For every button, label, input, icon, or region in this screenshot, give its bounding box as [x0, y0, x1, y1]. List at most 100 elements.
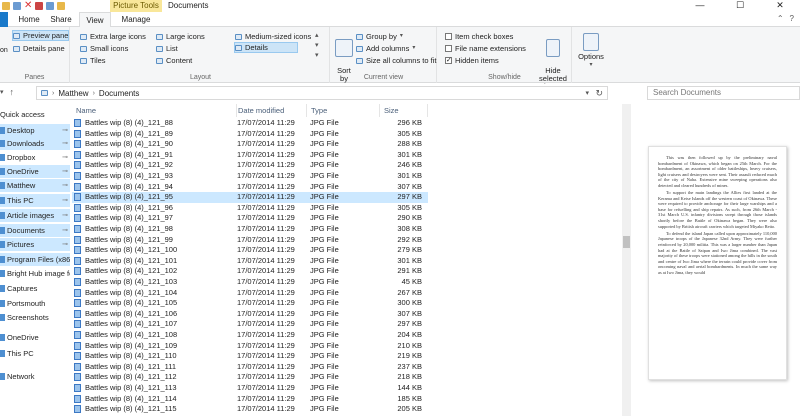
vertical-scrollbar[interactable]	[622, 104, 631, 416]
table-row[interactable]: Battles wip (8) (4)_121_89 17/07/2014 11:…	[72, 129, 428, 140]
breadcrumb-documents[interactable]: Documents	[99, 89, 139, 98]
sidebar-item[interactable]: This PC ⊸	[0, 194, 70, 207]
item-check-boxes-checkbox[interactable]	[445, 33, 452, 40]
table-row[interactable]: Battles wip (8) (4)_121_99 17/07/2014 11:…	[72, 235, 428, 246]
table-row[interactable]: Battles wip (8) (4)_121_104 17/07/2014 11…	[72, 288, 428, 299]
layout-list[interactable]: List	[156, 43, 178, 54]
item-check-boxes-toggle[interactable]: Item check boxes	[445, 31, 513, 42]
table-row[interactable]: Battles wip (8) (4)_121_96 17/07/2014 11:…	[72, 203, 428, 214]
table-row[interactable]: Battles wip (8) (4)_121_88 17/07/2014 11:…	[72, 118, 428, 129]
hidden-items-checkbox[interactable]	[445, 55, 452, 66]
close-button[interactable]: ✕	[760, 0, 800, 12]
breadcrumb-matthew[interactable]: Matthew	[58, 89, 88, 98]
table-row[interactable]: Battles wip (8) (4)_121_98 17/07/2014 11:…	[72, 224, 428, 235]
help-icon[interactable]: ?	[790, 14, 794, 23]
sidebar-item[interactable]: Pictures ⊸	[0, 238, 70, 251]
add-columns-button[interactable]: Add columns ▾	[356, 43, 415, 54]
tab-file[interactable]	[0, 12, 8, 27]
address-bar[interactable]: › Matthew › Documents ▾ ↻	[36, 86, 608, 100]
table-row[interactable]: Battles wip (8) (4)_121_113 17/07/2014 11…	[72, 383, 428, 394]
new-folder-icon[interactable]	[57, 2, 65, 10]
minimize-button[interactable]: —	[680, 0, 720, 12]
table-row[interactable]: Battles wip (8) (4)_121_94 17/07/2014 11:…	[72, 182, 428, 193]
sidebar-item[interactable]: Network	[0, 370, 70, 383]
table-row[interactable]: Battles wip (8) (4)_121_100 17/07/2014 11…	[72, 245, 428, 256]
sidebar-item[interactable]: Desktop ⊸	[0, 124, 70, 137]
rename-icon[interactable]	[46, 2, 54, 10]
layout-medium-icons[interactable]: Medium-sized icons	[235, 31, 311, 42]
tab-share[interactable]: Share	[48, 12, 74, 27]
hide-selected-items-button[interactable]: Hide selected items	[534, 31, 572, 91]
table-row[interactable]: Battles wip (8) (4)_121_105 17/07/2014 11…	[72, 298, 428, 309]
layout-extra-large-icons[interactable]: Extra large icons	[80, 31, 146, 42]
layout-tiles[interactable]: Tiles	[80, 55, 106, 66]
size-all-columns-button[interactable]: Size all columns to fit	[356, 55, 436, 66]
table-row[interactable]: Battles wip (8) (4)_121_103 17/07/2014 11…	[72, 277, 428, 288]
table-row[interactable]: Battles wip (8) (4)_121_91 17/07/2014 11:…	[72, 150, 428, 161]
navigation-pane-fragment[interactable]: on	[0, 45, 8, 56]
maximize-button[interactable]: ☐	[720, 0, 760, 12]
collapse-ribbon-icon[interactable]: ⌃	[777, 14, 784, 23]
hidden-items-toggle[interactable]: Hidden items	[445, 55, 499, 66]
table-row[interactable]: Battles wip (8) (4)_121_92 17/07/2014 11:…	[72, 160, 428, 171]
properties-icon[interactable]	[13, 2, 21, 10]
table-row[interactable]: Battles wip (8) (4)_121_102 17/07/2014 11…	[72, 266, 428, 277]
preview-pane-button[interactable]: Preview pane	[12, 30, 69, 41]
sidebar-item[interactable]: Dropbox ⊸	[0, 151, 70, 164]
delete-icon[interactable]: ✕	[24, 1, 32, 11]
table-row[interactable]: Battles wip (8) (4)_121_115 17/07/2014 11…	[72, 404, 428, 415]
sidebar-item[interactable]: OneDrive ⊸	[0, 165, 70, 178]
breadcrumb-separator-icon[interactable]: ›	[52, 90, 54, 97]
table-row[interactable]: Battles wip (8) (4)_121_110 17/07/2014 11…	[72, 351, 428, 362]
sidebar-item[interactable]: OneDrive	[0, 331, 70, 344]
tab-view[interactable]: View	[79, 12, 111, 28]
table-row[interactable]: Battles wip (8) (4)_121_114 17/07/2014 11…	[72, 394, 428, 405]
layout-scroll-arrows[interactable]: ▴ ▾ ▾	[315, 31, 319, 61]
sidebar-item[interactable]: Screenshots	[0, 311, 70, 324]
tab-manage[interactable]: Manage	[117, 12, 155, 27]
table-row[interactable]: Battles wip (8) (4)_121_112 17/07/2014 11…	[72, 372, 428, 383]
undo-icon[interactable]	[35, 2, 43, 10]
table-row[interactable]: Battles wip (8) (4)_121_107 17/07/2014 11…	[72, 319, 428, 330]
layout-details[interactable]: Details	[234, 42, 298, 53]
column-header-type[interactable]: Type	[307, 104, 380, 117]
details-pane-button[interactable]: Details pane	[13, 43, 65, 54]
refresh-icon[interactable]: ↻	[595, 88, 603, 99]
tab-home[interactable]: Home	[14, 12, 44, 27]
sidebar-item[interactable]: Program Files (x86	[0, 253, 70, 266]
sidebar-item[interactable]: Documents ⊸	[0, 224, 70, 237]
sidebar-item[interactable]: Downloads ⊸	[0, 137, 70, 150]
table-row[interactable]: Battles wip (8) (4)_121_106 17/07/2014 11…	[72, 309, 428, 320]
table-row[interactable]: Battles wip (8) (4)_121_109 17/07/2014 11…	[72, 341, 428, 352]
file-name-extensions-checkbox[interactable]	[445, 45, 452, 52]
folder-icon[interactable]	[2, 2, 10, 10]
sidebar-item[interactable]: Quick access	[0, 108, 70, 121]
column-header-date[interactable]: Date modified	[234, 104, 307, 117]
options-button[interactable]: Options ▾	[575, 33, 607, 69]
table-row[interactable]: Battles wip (8) (4)_121_90 17/07/2014 11:…	[72, 139, 428, 150]
table-row[interactable]: Battles wip (8) (4)_121_101 17/07/2014 11…	[72, 256, 428, 267]
sidebar-item[interactable]: This PC	[0, 347, 70, 360]
layout-large-icons[interactable]: Large icons	[156, 31, 205, 42]
chevron-down-icon[interactable]: ▾	[585, 89, 589, 97]
layout-small-icons[interactable]: Small icons	[80, 43, 128, 54]
table-row[interactable]: Battles wip (8) (4)_121_97 17/07/2014 11:…	[72, 213, 428, 224]
sidebar-item[interactable]: Article images ⊸	[0, 209, 70, 222]
table-row[interactable]: Battles wip (8) (4)_121_111 17/07/2014 11…	[72, 362, 428, 373]
layout-content[interactable]: Content	[156, 55, 192, 66]
scrollbar-thumb[interactable]	[623, 236, 630, 248]
sidebar-item[interactable]: Bright Hub image fo	[0, 267, 70, 280]
search-input[interactable]: Search Documents	[647, 86, 800, 100]
table-row[interactable]: Battles wip (8) (4)_121_95 17/07/2014 11:…	[72, 192, 428, 203]
chevron-down-icon[interactable]: ▾	[0, 88, 4, 97]
breadcrumb-separator-icon[interactable]: ›	[93, 90, 95, 97]
table-row[interactable]: Battles wip (8) (4)_121_108 17/07/2014 11…	[72, 330, 428, 341]
column-header-name[interactable]: Name	[72, 104, 237, 117]
table-row[interactable]: Battles wip (8) (4)_121_93 17/07/2014 11:…	[72, 171, 428, 182]
group-by-button[interactable]: Group by ▾	[356, 31, 403, 42]
up-arrow-icon[interactable]: ↑	[10, 87, 15, 97]
sidebar-item[interactable]: Matthew ⊸	[0, 179, 70, 192]
file-name-extensions-toggle[interactable]: File name extensions	[445, 43, 526, 54]
sidebar-item[interactable]: Portsmouth	[0, 297, 70, 310]
sidebar-item[interactable]: Captures	[0, 282, 70, 295]
